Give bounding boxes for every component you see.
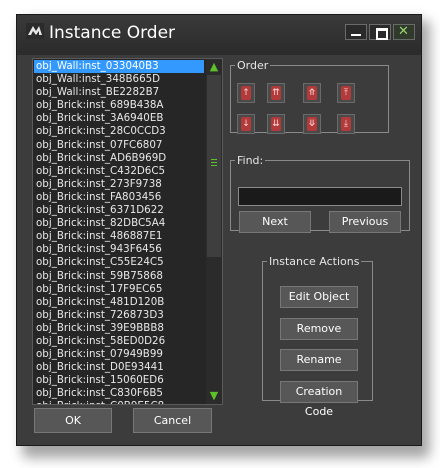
triple-chevron-up-icon: ⤊	[307, 86, 317, 100]
order-label: Order	[237, 59, 269, 72]
scroll-thumb[interactable]	[207, 75, 221, 257]
order-group: Order ↑ ⇈ ⤊ ⤒ ↓ ⇊ ⤋ ⤓	[230, 59, 389, 134]
arrow-to-bottom-icon: ⤓	[341, 117, 351, 131]
list-item[interactable]: obj_Brick:inst_726873D3	[34, 309, 204, 322]
arrow-up-icon: ↑	[241, 86, 251, 100]
scroll-grip-icon	[211, 159, 217, 168]
close-button[interactable]: ✕	[393, 24, 415, 40]
list-item[interactable]: obj_Brick:inst_C55E24C5	[34, 256, 204, 269]
instance-order-dialog: Instance Order ✕ obj_Wall:inst_033040B3 o…	[16, 14, 422, 446]
list-item[interactable]: obj_Brick:inst_59B75868	[34, 270, 204, 283]
triple-chevron-down-icon: ⤋	[307, 117, 317, 131]
title-bar[interactable]: Instance Order ✕	[17, 15, 421, 55]
move-up-one-button[interactable]: ↑	[237, 83, 255, 103]
move-up-some-button[interactable]: ⇈	[267, 83, 285, 103]
list-item[interactable]: obj_Brick:inst_C432D6C5	[34, 165, 204, 178]
list-item[interactable]: obj_Brick:inst_6371D622	[34, 204, 204, 217]
list-item[interactable]: obj_Brick:inst_07FC6807	[34, 139, 204, 152]
move-up-more-button[interactable]: ⤊	[303, 83, 321, 103]
arrow-to-top-icon: ⤒	[341, 86, 351, 100]
move-down-more-button[interactable]: ⤋	[303, 114, 321, 134]
instance-actions-label: Instance Actions	[269, 255, 360, 268]
instance-list[interactable]: obj_Wall:inst_033040B3 obj_Wall:inst_348B…	[32, 58, 223, 405]
list-item[interactable]: obj_Wall:inst_BE2282B7	[34, 86, 204, 99]
list-item[interactable]: obj_Brick:inst_481D120B	[34, 296, 204, 309]
window-title: Instance Order	[49, 23, 176, 43]
list-item[interactable]: obj_Brick:inst_273F9738	[34, 178, 204, 191]
arrow-down-icon: ↓	[241, 117, 251, 131]
instance-list-items: obj_Wall:inst_033040B3 obj_Wall:inst_348B…	[34, 60, 204, 404]
move-down-some-button[interactable]: ⇊	[267, 114, 285, 134]
previous-button[interactable]: Previous	[329, 211, 401, 233]
creation-code-button[interactable]: Creation Code	[280, 381, 358, 418]
list-item[interactable]: obj_Brick:inst_39E9BBB8	[34, 322, 204, 335]
close-icon: ✕	[398, 24, 409, 39]
find-label: Find:	[237, 154, 264, 167]
find-group: Find: Next Previous	[230, 154, 410, 233]
rename-button[interactable]: Rename	[280, 349, 358, 371]
list-item[interactable]: obj_Brick:inst_C0B9E5C8	[34, 400, 204, 404]
edit-object-button[interactable]: Edit Object	[280, 286, 358, 308]
list-item[interactable]: obj_Brick:inst_15060ED6	[34, 374, 204, 387]
list-item[interactable]: obj_Brick:inst_C830F6B5	[34, 387, 204, 400]
double-chevron-down-icon: ⇊	[271, 117, 281, 131]
gamemaker-logo-icon	[26, 23, 44, 39]
move-to-bottom-button[interactable]: ⤓	[337, 114, 355, 134]
list-scrollbar[interactable]: ▲ ▼	[206, 59, 222, 404]
list-item[interactable]: obj_Brick:inst_3A6940EB	[34, 112, 204, 125]
double-chevron-up-icon: ⇈	[271, 86, 281, 100]
list-item[interactable]: obj_Brick:inst_07949B99	[34, 348, 204, 361]
list-item[interactable]: obj_Brick:inst_82DBC5A4	[34, 217, 204, 230]
list-item[interactable]: obj_Wall:inst_348B665D	[34, 73, 204, 86]
minimize-icon	[351, 34, 361, 36]
list-item[interactable]: obj_Wall:inst_033040B3	[34, 60, 204, 74]
list-item[interactable]: obj_Brick:inst_689B438A	[34, 99, 204, 112]
next-button[interactable]: Next	[239, 211, 311, 233]
list-item[interactable]: obj_Brick:inst_28C0CCD3	[34, 125, 204, 138]
list-item[interactable]: obj_Brick:inst_58ED0D26	[34, 335, 204, 348]
list-item[interactable]: obj_Brick:inst_AD6B969D	[34, 152, 204, 165]
scroll-down-icon[interactable]: ▼	[208, 390, 220, 402]
cancel-button[interactable]: Cancel	[133, 408, 212, 433]
list-item[interactable]: obj_Brick:inst_486887E1	[34, 230, 204, 243]
list-item[interactable]: obj_Brick:inst_943F6456	[34, 243, 204, 256]
maximize-icon	[376, 28, 388, 40]
list-item[interactable]: obj_Brick:inst_FA803456	[34, 191, 204, 204]
scroll-up-icon[interactable]: ▲	[208, 61, 220, 73]
move-to-top-button[interactable]: ⤒	[337, 83, 355, 103]
move-down-one-button[interactable]: ↓	[237, 114, 255, 134]
remove-button[interactable]: Remove	[280, 318, 358, 340]
ok-button[interactable]: OK	[34, 408, 112, 433]
minimize-button[interactable]	[345, 24, 367, 40]
list-item[interactable]: obj_Brick:inst_D0E93441	[34, 361, 204, 374]
maximize-button[interactable]	[369, 24, 391, 40]
find-input[interactable]	[238, 187, 402, 206]
list-item[interactable]: obj_Brick:inst_17F9EC65	[34, 283, 204, 296]
instance-actions-group: Instance Actions Edit Object Remove Rena…	[262, 255, 373, 418]
